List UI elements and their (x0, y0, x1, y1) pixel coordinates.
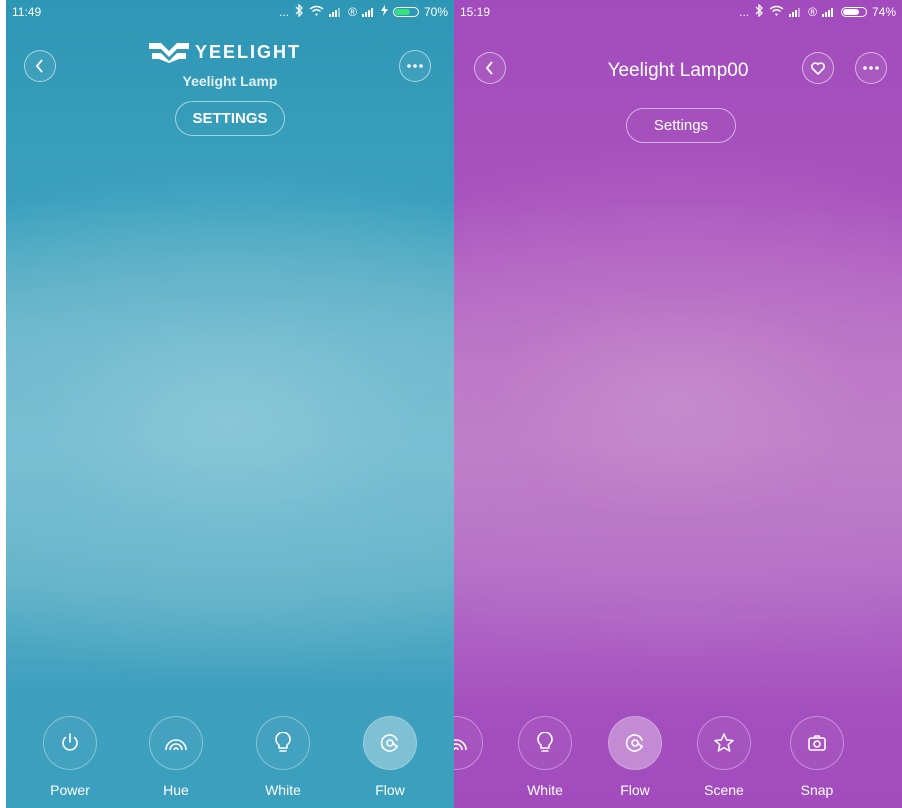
favorite-button[interactable] (802, 52, 834, 84)
power-icon (59, 732, 81, 754)
toolbar-label: Power (50, 782, 90, 798)
chevron-left-icon (35, 59, 43, 73)
toolbar-label: White (527, 782, 563, 798)
bulb-icon (536, 732, 554, 754)
status-time: 11:49 (12, 5, 42, 19)
charging-icon (380, 5, 388, 19)
camera-icon (807, 734, 827, 752)
signal-icon (329, 7, 343, 17)
settings-button[interactable]: Settings (626, 108, 736, 143)
rainbow-icon (164, 735, 188, 751)
toolbar-label: ue (454, 782, 484, 798)
toolbar-label: Scene (704, 782, 744, 798)
more-button[interactable] (399, 50, 431, 82)
yeelight-logo-icon (149, 42, 189, 63)
yeelight-logo: YEELIGHT (149, 42, 301, 63)
device-name: Yeelight Lamp (182, 73, 278, 89)
battery-percent: 70% (423, 5, 448, 19)
wifi-icon (309, 5, 324, 20)
registered-icon: ® (348, 5, 357, 19)
registered-icon: ® (808, 5, 817, 19)
more-dots-icon: ... (279, 5, 290, 19)
flow-icon (379, 732, 401, 754)
hue-button[interactable] (149, 716, 203, 770)
flow-button[interactable] (363, 716, 417, 770)
toolbar-item-white[interactable]: White (255, 716, 311, 798)
status-icons: ... ® 74% (739, 3, 896, 20)
signal-icon-2 (821, 7, 836, 17)
ue-button[interactable] (454, 716, 483, 770)
toolbar-item-flow[interactable]: Flow (362, 716, 418, 798)
toolbar-item-scene[interactable]: Scene (696, 716, 752, 798)
toolbar-label: White (265, 782, 301, 798)
brand-wordmark: YEELIGHT (195, 42, 302, 62)
scene-button[interactable] (697, 716, 751, 770)
white-button[interactable] (256, 716, 310, 770)
star-icon (713, 732, 735, 754)
bluetooth-icon (754, 3, 764, 20)
settings-button[interactable]: SETTINGS (175, 101, 285, 136)
flow-icon (624, 732, 646, 754)
more-icon (863, 66, 879, 70)
white-button[interactable] (518, 716, 572, 770)
toolbar-label: Snap (800, 782, 834, 798)
status-bar: 15:19 ... ® 74% (454, 0, 902, 22)
bulb-icon (274, 732, 292, 754)
toolbar-item-snap[interactable]: Snap (789, 716, 845, 798)
toolbar-label: Hue (163, 782, 189, 798)
more-dots-icon: ... (739, 5, 750, 19)
right-screen: 15:19 ... ® 74% Yeelight Lamp00 Settings… (454, 0, 902, 808)
flow-button[interactable] (608, 716, 662, 770)
toolbar-label: Flow (620, 782, 650, 798)
device-title: Yeelight Lamp00 (607, 60, 749, 81)
snap-button[interactable] (790, 716, 844, 770)
toolbar-label: Flow (375, 782, 405, 798)
bluetooth-icon (294, 3, 304, 20)
toolbar-item-power[interactable]: Power (42, 716, 98, 798)
battery-icon (392, 7, 419, 17)
toolbar-item-hue[interactable]: Hue (148, 716, 204, 798)
signal-icon-2 (361, 7, 376, 17)
more-button[interactable] (855, 52, 887, 84)
battery-percent: 74% (871, 5, 896, 19)
status-icons: ... ® 70% (279, 3, 448, 20)
signal-icon (789, 7, 803, 17)
toolbar-item-flow[interactable]: Flow (607, 716, 663, 798)
rainbow-icon (454, 735, 468, 751)
power-button[interactable] (43, 716, 97, 770)
left-screen: 11:49 ... ® 70% YEELIGHT Yeelight Lamp S… (6, 0, 454, 808)
wifi-icon (769, 5, 784, 20)
toolbar-item-white[interactable]: White (517, 716, 573, 798)
status-time: 15:19 (460, 5, 491, 19)
battery-icon (840, 7, 867, 17)
heart-icon (811, 61, 825, 75)
status-bar: 11:49 ... ® 70% (6, 0, 454, 22)
more-icon (407, 64, 423, 68)
toolbar-item-ue[interactable]: ue (454, 716, 484, 798)
